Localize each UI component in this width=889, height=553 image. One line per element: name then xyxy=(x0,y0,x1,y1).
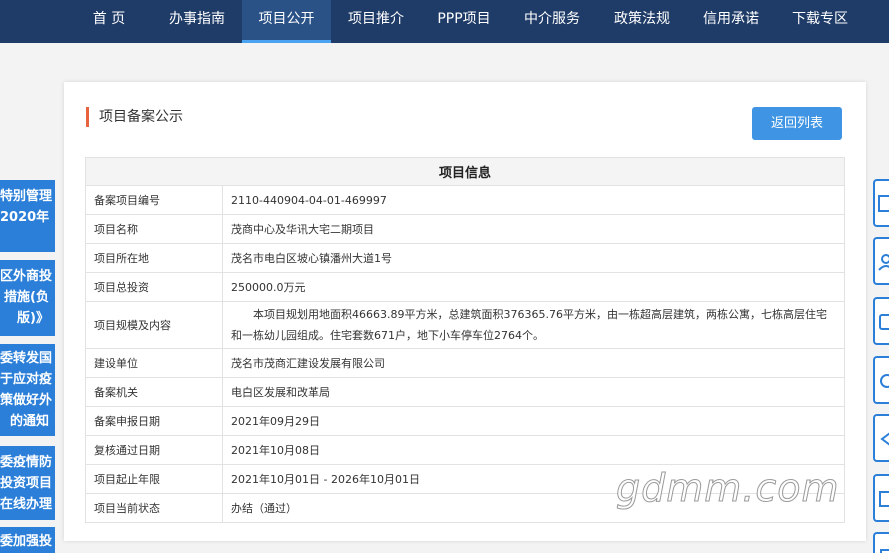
nav-policy[interactable]: 政策法规 xyxy=(597,0,687,43)
row-value: 茂名市茂商汇建设发展有限公司 xyxy=(222,348,845,378)
row-value: 本项目规划用地面积46663.89平方米，总建筑面积376365.76平方米，由… xyxy=(222,301,845,349)
nav-home[interactable]: 首 页 xyxy=(76,0,142,43)
row-value: 电白区发展和改革局 xyxy=(222,377,845,407)
side-card-line: 委转发国 xyxy=(0,351,53,366)
user-icon xyxy=(878,254,889,271)
row-value: 2021年10月08日 xyxy=(222,435,845,465)
side-card-line: 版)》 xyxy=(17,311,49,326)
side-card-2[interactable]: 区外商投 措施(负 版)》 xyxy=(0,260,55,336)
side-card-line: 区外商投 xyxy=(0,269,53,284)
nav-download[interactable]: 下载专区 xyxy=(775,0,865,43)
float-edit-button[interactable] xyxy=(873,297,889,345)
side-card-line: 委加强投 xyxy=(0,534,53,549)
side-card-line: 特别管理 xyxy=(0,189,53,204)
side-card-line: 委疫情防 xyxy=(0,455,53,470)
row-label: 备案申报日期 xyxy=(85,406,223,436)
row-value: 2021年09月29日 xyxy=(222,406,845,436)
share-icon xyxy=(880,432,889,446)
row-value: 250000.0万元 xyxy=(222,272,845,302)
page-title: 项目备案公示 xyxy=(86,107,183,127)
nav-project-promotion[interactable]: 项目推介 xyxy=(333,0,419,43)
row-value: 茂名市电白区坡心镇潘州大道1号 xyxy=(222,243,845,273)
row-label: 备案项目编号 xyxy=(85,185,223,215)
side-card-line: 策做好外 xyxy=(0,393,53,408)
row-label: 项目所在地 xyxy=(85,243,223,273)
row-label: 项目规模及内容 xyxy=(85,301,223,349)
top-navigation: 首 页 办事指南 项目公开 项目推介 PPP项目 中介服务 政策法规 信用承诺 … xyxy=(0,0,889,43)
nav-project-disclosure[interactable]: 项目公开 xyxy=(242,0,331,43)
table-row: 项目名称 茂商中心及华讯大宅二期项目 xyxy=(85,214,845,244)
float-message-button[interactable] xyxy=(873,474,889,522)
nav-credit[interactable]: 信用承诺 xyxy=(689,0,773,43)
side-card-1[interactable]: 特别管理 2020年 xyxy=(0,180,55,252)
row-label: 复核通过日期 xyxy=(85,435,223,465)
row-label: 备案机关 xyxy=(85,377,223,407)
side-card-3[interactable]: 委转发国 于应对疫 策做好外 的通知 xyxy=(0,344,55,436)
side-card-line: 在线办理 xyxy=(0,497,53,512)
table-row: 项目规模及内容 本项目规划用地面积46663.89平方米，总建筑面积376365… xyxy=(85,301,845,349)
document-icon xyxy=(878,195,889,212)
row-label: 项目起止年限 xyxy=(85,464,223,494)
side-card-line: 措施(负 xyxy=(4,290,49,305)
site-watermark: gdmm.com xyxy=(616,466,840,511)
refresh-icon xyxy=(880,374,889,388)
row-label: 项目总投资 xyxy=(85,272,223,302)
table-row: 备案机关 电白区发展和改革局 xyxy=(85,377,845,407)
message-icon xyxy=(879,491,889,507)
side-card-5[interactable]: 委加强投 xyxy=(0,527,55,553)
nav-ppp[interactable]: PPP项目 xyxy=(421,0,507,43)
side-card-line: 的通知 xyxy=(9,414,49,429)
side-card-line: 投资项目 xyxy=(0,476,53,491)
row-label: 项目名称 xyxy=(85,214,223,244)
table-row: 备案申报日期 2021年09月29日 xyxy=(85,406,845,436)
table-row: 建设单位 茂名市茂商汇建设发展有限公司 xyxy=(85,348,845,378)
phone-icon xyxy=(880,549,889,553)
table-row: 备案项目编号 2110-440904-04-01-469997 xyxy=(85,185,845,215)
side-card-4[interactable]: 委疫情防 投资项目 在线办理 xyxy=(0,446,55,520)
side-card-line: 于应对疫 xyxy=(0,372,53,387)
row-value: 2110-440904-04-01-469997 xyxy=(222,185,845,215)
float-refresh-button[interactable] xyxy=(873,356,889,404)
nav-guide[interactable]: 办事指南 xyxy=(154,0,240,43)
float-user-button[interactable] xyxy=(873,237,889,285)
row-value: 茂商中心及华讯大宅二期项目 xyxy=(222,214,845,244)
row-label: 建设单位 xyxy=(85,348,223,378)
back-to-list-button[interactable]: 返回列表 xyxy=(752,107,842,140)
table-row: 项目总投资 250000.0万元 xyxy=(85,272,845,302)
table-row: 项目所在地 茂名市电白区坡心镇潘州大道1号 xyxy=(85,243,845,273)
nav-agency-service[interactable]: 中介服务 xyxy=(509,0,595,43)
side-card-line: 2020年 xyxy=(0,210,50,225)
table-row: 复核通过日期 2021年10月08日 xyxy=(85,435,845,465)
edit-icon xyxy=(879,314,889,330)
row-label: 项目当前状态 xyxy=(85,493,223,523)
float-share-button[interactable] xyxy=(873,414,889,462)
float-phone-button[interactable] xyxy=(873,532,889,553)
float-document-button[interactable] xyxy=(873,179,889,227)
table-header-row: 项目信息 xyxy=(85,157,845,186)
table-header: 项目信息 xyxy=(85,157,845,186)
